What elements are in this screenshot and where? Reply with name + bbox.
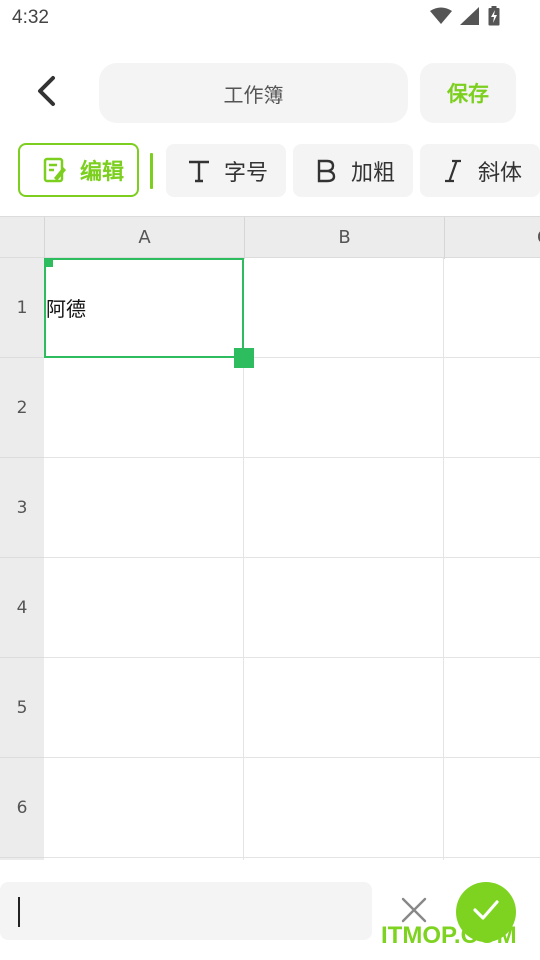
row-header-2[interactable]: 2: [0, 358, 44, 458]
format-toolbar: 编辑 字号 加粗 斜体: [0, 143, 540, 199]
row-header-6[interactable]: 6: [0, 758, 44, 858]
cell-b7[interactable]: [244, 858, 444, 860]
back-button[interactable]: [26, 70, 66, 116]
status-icons: [430, 6, 500, 30]
font-size-label: 字号: [224, 160, 269, 186]
cell-a7[interactable]: [44, 858, 244, 860]
italic-button[interactable]: 斜体: [420, 144, 540, 197]
cell-signal-icon: [460, 7, 480, 29]
edit-button[interactable]: 编辑: [18, 143, 139, 197]
column-header-row: A B C: [0, 216, 540, 259]
bold-button[interactable]: 加粗: [293, 144, 413, 197]
cell-a1[interactable]: 阿德: [44, 258, 244, 358]
column-header-b[interactable]: B: [244, 217, 444, 259]
bold-label: 加粗: [351, 160, 396, 186]
battery-icon: [488, 6, 500, 30]
top-bar: 工作簿 保存: [0, 56, 540, 130]
cell-b3[interactable]: [244, 458, 444, 558]
wifi-icon: [430, 7, 452, 29]
row-header-7[interactable]: [0, 858, 44, 860]
cell-c6[interactable]: [444, 758, 540, 858]
text-size-icon: [182, 154, 216, 188]
italic-icon: [436, 154, 470, 188]
cell-c7[interactable]: [444, 858, 540, 860]
cell-b4[interactable]: [244, 558, 444, 658]
status-bar: 4:32: [0, 0, 540, 36]
workbook-title[interactable]: 工作簿: [99, 63, 408, 123]
bold-icon: [309, 154, 343, 188]
cell-c1[interactable]: [444, 258, 540, 358]
font-size-button[interactable]: 字号: [166, 144, 286, 197]
cell-a4[interactable]: [44, 558, 244, 658]
text-cursor: [18, 897, 20, 927]
italic-label: 斜体: [478, 160, 523, 186]
selection-handle-top-left[interactable]: [44, 258, 53, 267]
cell-b1[interactable]: [244, 258, 444, 358]
cell-b2[interactable]: [244, 358, 444, 458]
back-arrow-icon: [35, 75, 57, 111]
cell-c2[interactable]: [444, 358, 540, 458]
column-header-a[interactable]: A: [44, 217, 244, 259]
edit-icon: [38, 153, 72, 187]
column-header-c[interactable]: C: [444, 217, 540, 259]
cell-c5[interactable]: [444, 658, 540, 758]
selection-handle-bottom-right[interactable]: [234, 348, 254, 368]
cell-c3[interactable]: [444, 458, 540, 558]
cell-a5[interactable]: [44, 658, 244, 758]
cell-c4[interactable]: [444, 558, 540, 658]
cell-edit-input[interactable]: [0, 882, 372, 940]
cell-a6[interactable]: [44, 758, 244, 858]
corner-header[interactable]: [0, 217, 44, 259]
cell-a3[interactable]: [44, 458, 244, 558]
spreadsheet-grid: A B C 1 2 3 4 5 6 阿德: [0, 216, 540, 860]
cell-b6[interactable]: [244, 758, 444, 858]
status-time: 4:32: [12, 7, 49, 28]
row-header-1[interactable]: 1: [0, 258, 44, 358]
save-button[interactable]: 保存: [420, 63, 516, 123]
edit-label: 编辑: [80, 160, 125, 185]
watermark: ITMOP.COM: [381, 922, 517, 949]
cell-a2[interactable]: [44, 358, 244, 458]
row-header-5[interactable]: 5: [0, 658, 44, 758]
row-header-3[interactable]: 3: [0, 458, 44, 558]
cell-b5[interactable]: [244, 658, 444, 758]
toolbar-divider: [150, 153, 153, 189]
row-header-4[interactable]: 4: [0, 558, 44, 658]
